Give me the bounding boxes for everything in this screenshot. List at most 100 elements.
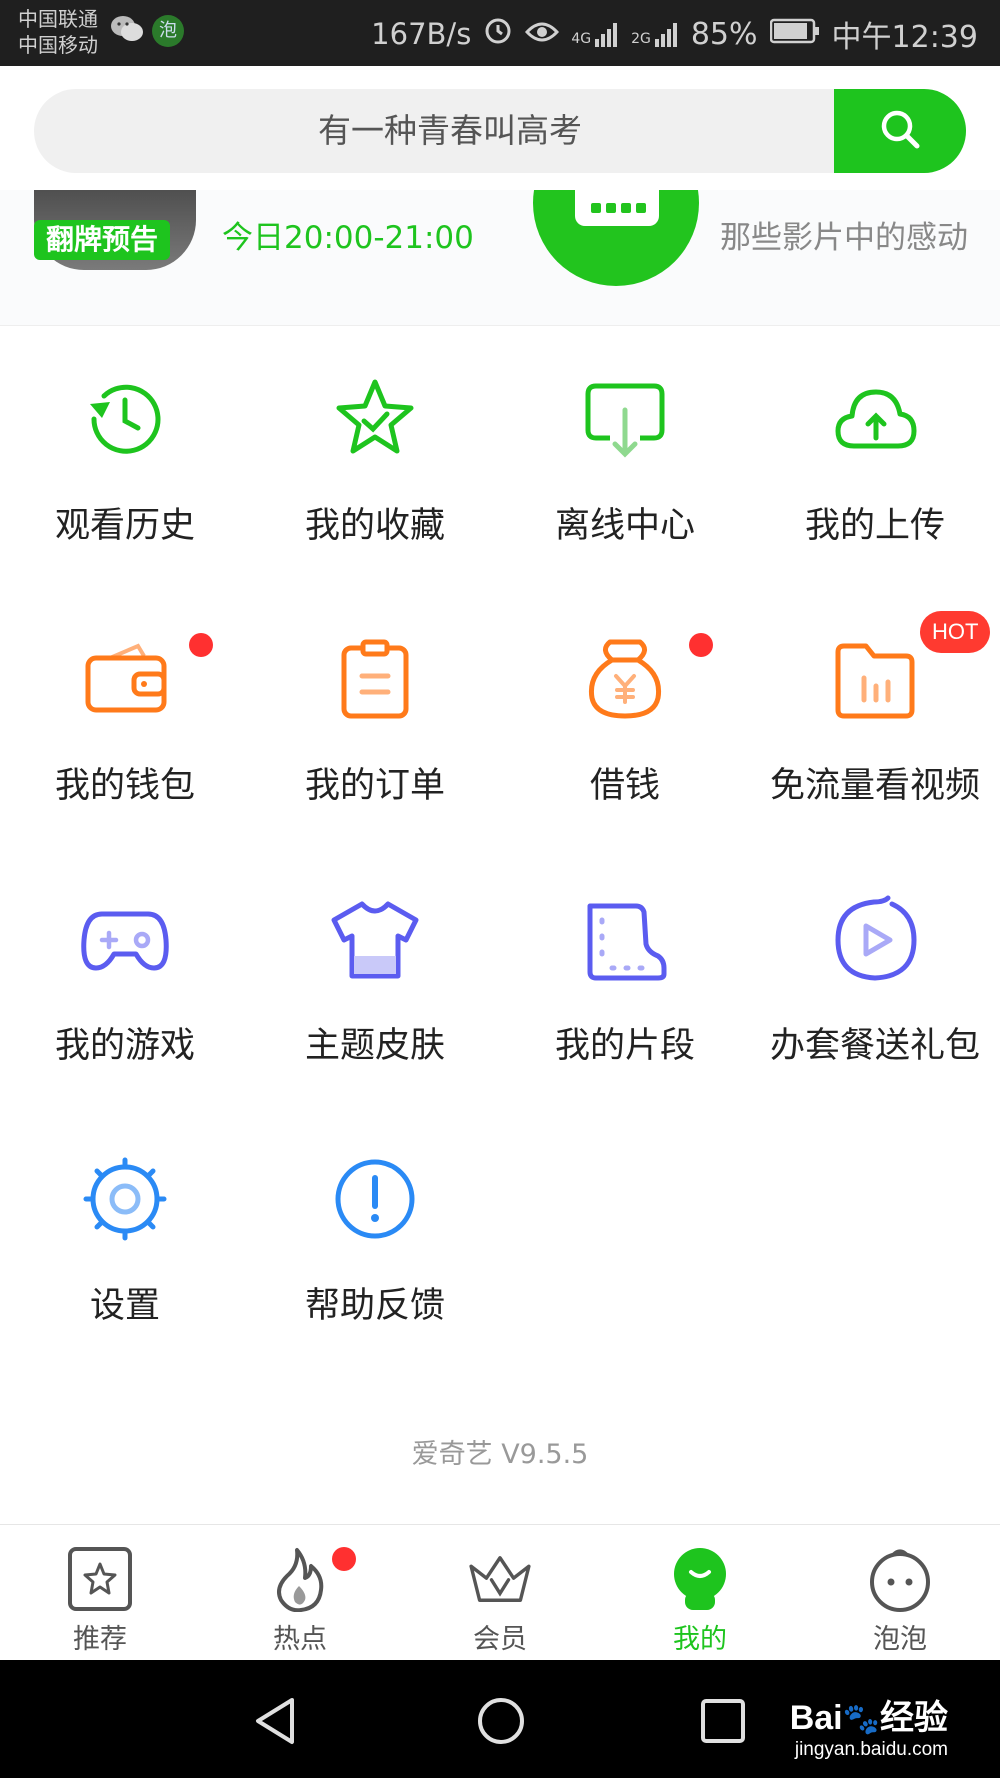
tab-label: 会员 xyxy=(473,1624,527,1655)
download-icon xyxy=(575,369,675,469)
menu-item-label: 我的游戏 xyxy=(54,1026,195,1066)
search-bar[interactable]: 有一种青春叫高考 xyxy=(34,89,966,173)
watermark-url: jingyan.baidu.com xyxy=(794,1739,948,1760)
net-2g-label: 2G xyxy=(631,31,651,47)
menu-item-loan[interactable]: 借钱 xyxy=(500,587,750,847)
menu-item-upload[interactable]: 我的上传 xyxy=(750,327,1000,587)
status-right: 167B/s 4G 2G 85% 中午12:39 xyxy=(371,12,978,56)
menu-item-settings[interactable]: 设置 xyxy=(0,1107,250,1367)
menu-item-label: 我的上传 xyxy=(804,506,945,546)
crown-icon xyxy=(466,1545,534,1613)
profile-icon xyxy=(666,1545,734,1613)
preview-badge: 翻牌预告 xyxy=(34,220,171,260)
film-clip-icon xyxy=(575,889,675,989)
tab-vip[interactable]: 会员 xyxy=(400,1525,600,1661)
menu-item-themes[interactable]: 主题皮肤 xyxy=(250,847,500,1107)
cloud-upload-icon xyxy=(825,369,925,469)
alarm-icon xyxy=(483,15,513,53)
menu-item-clips[interactable]: 我的片段 xyxy=(500,847,750,1107)
menu-item-help-feedback[interactable]: 帮助反馈 xyxy=(250,1107,500,1367)
search-icon xyxy=(878,107,922,155)
help-exclamation-icon xyxy=(325,1149,425,1249)
data-folder-icon xyxy=(825,629,925,729)
search-button[interactable] xyxy=(834,89,966,173)
recents-icon[interactable] xyxy=(700,1698,746,1748)
hot-badge: HOT xyxy=(920,611,991,653)
schedule-time: 今日20:00-21:00 xyxy=(222,220,474,256)
carrier-info: 中国联通 中国移动 xyxy=(18,6,98,58)
signal-4g-icon: 4G xyxy=(571,21,619,47)
tab-label: 热点 xyxy=(273,1624,327,1655)
menu-item-label: 我的片段 xyxy=(554,1026,695,1066)
paopao-notification-icon: 泡 xyxy=(152,15,184,47)
app-version: 爱奇艺 V9.5.5 xyxy=(411,1439,589,1470)
tab-recommend[interactable]: 推荐 xyxy=(0,1525,200,1661)
history-clock-icon xyxy=(75,369,175,469)
star-icon xyxy=(325,369,425,469)
menu-item-package-gift[interactable]: 办套餐送礼包 xyxy=(750,847,1000,1107)
eye-icon xyxy=(525,17,560,52)
tab-label: 推荐 xyxy=(73,1624,127,1655)
wechat-icon xyxy=(110,14,144,48)
system-nav-bar: Bai🐾经验 jingyan.baidu.com xyxy=(0,1660,1000,1778)
menu-item-label: 设置 xyxy=(89,1286,160,1326)
tab-label: 泡泡 xyxy=(873,1624,927,1655)
money-bag-icon xyxy=(575,629,675,729)
carrier-2: 中国移动 xyxy=(18,33,98,57)
menu-item-games[interactable]: 我的游戏 xyxy=(0,847,250,1107)
menu-item-label: 帮助反馈 xyxy=(304,1286,445,1326)
menu-item-wallet[interactable]: 我的钱包 xyxy=(0,587,250,847)
menu-item-label: 主题皮肤 xyxy=(304,1026,445,1066)
watermark-brand-cn: 经验 xyxy=(880,1699,948,1737)
tab-label: 我的 xyxy=(673,1624,727,1655)
home-icon[interactable] xyxy=(476,1696,526,1750)
ticket-screen-icon xyxy=(575,190,659,226)
menu-item-label: 离线中心 xyxy=(554,506,695,546)
net-speed: 167B/s xyxy=(371,17,472,51)
baidu-jingyan-watermark: Bai🐾经验 jingyan.baidu.com xyxy=(790,1690,948,1761)
clipboard-icon xyxy=(325,629,425,729)
banner-description: 那些影片中的感动 xyxy=(720,220,968,256)
promo-banner[interactable]: 翻牌预告 今日20:00-21:00 那些影片中的感动 xyxy=(0,190,1000,326)
menu-item-favorites[interactable]: 我的收藏 xyxy=(250,327,500,587)
bubble-face-icon xyxy=(866,1545,934,1613)
settings-gear-icon xyxy=(75,1149,175,1249)
notification-icons: 泡 xyxy=(110,14,184,48)
battery-icon xyxy=(769,17,820,52)
paw-icon: 🐾 xyxy=(842,1703,880,1736)
notification-dot xyxy=(689,633,713,657)
menu-item-free-data[interactable]: HOT 免流量看视频 xyxy=(750,587,1000,847)
tab-hot[interactable]: 热点 xyxy=(200,1525,400,1661)
recommend-star-icon xyxy=(66,1545,134,1613)
status-bar: 中国联通 中国移动 泡 167B/s 4G 2G 85% 中午12:39 xyxy=(0,0,1000,66)
fire-icon xyxy=(266,1545,334,1613)
tshirt-icon xyxy=(325,889,425,989)
battery-percent: 85% xyxy=(690,16,758,52)
carrier-1: 中国联通 xyxy=(18,7,98,31)
signal-2g-icon: 2G xyxy=(631,21,679,47)
clock: 中午12:39 xyxy=(831,20,978,55)
search-input[interactable]: 有一种青春叫高考 xyxy=(34,89,866,173)
gamepad-icon xyxy=(75,889,175,989)
menu-item-label: 办套餐送礼包 xyxy=(769,1026,980,1066)
notification-dot xyxy=(189,633,213,657)
notification-dot xyxy=(332,1547,356,1571)
back-icon[interactable] xyxy=(252,1696,300,1750)
menu-item-label: 我的钱包 xyxy=(54,766,195,806)
menu-item-offline[interactable]: 离线中心 xyxy=(500,327,750,587)
menu-item-label: 免流量看视频 xyxy=(769,766,980,806)
play-circle-icon xyxy=(825,889,925,989)
bottom-tab-bar: 推荐 热点 会员 我的 泡泡 xyxy=(0,1524,1000,1660)
menu-item-label: 我的订单 xyxy=(304,766,445,806)
wallet-icon xyxy=(75,629,175,729)
menu-item-label: 我的收藏 xyxy=(304,506,445,546)
tab-paopao[interactable]: 泡泡 xyxy=(800,1525,1000,1661)
menu-item-label: 观看历史 xyxy=(54,506,195,546)
search-header: 有一种青春叫高考 xyxy=(0,66,1000,190)
menu-item-orders[interactable]: 我的订单 xyxy=(250,587,500,847)
tab-mine[interactable]: 我的 xyxy=(600,1525,800,1661)
menu-item-history[interactable]: 观看历史 xyxy=(0,327,250,587)
watermark-brand: Bai xyxy=(789,1699,843,1737)
net-4g-label: 4G xyxy=(571,31,592,47)
menu-item-label: 借钱 xyxy=(589,766,660,806)
